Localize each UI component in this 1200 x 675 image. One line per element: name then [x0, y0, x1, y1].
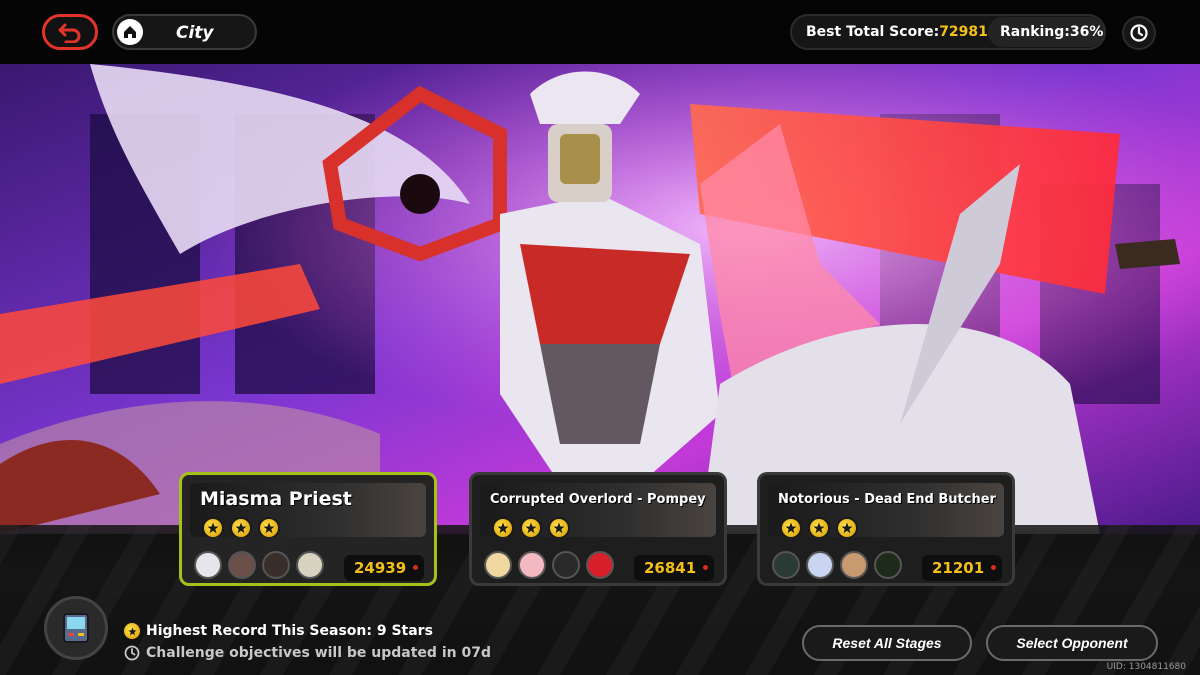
- avatar: [296, 551, 324, 579]
- avatar: [194, 551, 222, 579]
- score-summary: Best Total Score:72981 Ranking:36%: [790, 14, 1106, 50]
- star-coin-icon: [520, 517, 542, 537]
- stage-banner: Notorious - Dead End Butcher: [768, 483, 1004, 537]
- boss-artwork: [0, 64, 1200, 534]
- uid-label: UID: 1304811680: [1106, 662, 1186, 672]
- stage-name: Notorious - Dead End Butcher: [778, 492, 996, 507]
- timer-icon: [1130, 24, 1148, 42]
- team-avatars: [772, 551, 902, 579]
- clock-icon: [124, 645, 140, 661]
- stage-score: 21201: [922, 555, 1002, 581]
- back-icon: [58, 23, 81, 43]
- best-total-score: Best Total Score:72981: [806, 24, 988, 40]
- device-icon[interactable]: [44, 596, 108, 660]
- avatar: [484, 551, 512, 579]
- avatar: [228, 551, 256, 579]
- stage-stars: [492, 517, 570, 537]
- select-opponent-button[interactable]: Select Opponent: [986, 625, 1158, 661]
- stage-card-corrupted-overlord[interactable]: Corrupted Overlord - Pompey 26841: [469, 472, 727, 586]
- season-record-text: Highest Record This Season: 9 Stars: [146, 623, 433, 639]
- avatar: [586, 551, 614, 579]
- star-coin-icon: [492, 517, 514, 537]
- stage-banner: Corrupted Overlord - Pompey: [480, 483, 716, 537]
- location-pill[interactable]: City: [112, 14, 257, 50]
- season-record: Highest Record This Season: 9 Stars: [124, 623, 433, 639]
- star-coin-icon: [836, 517, 858, 537]
- reset-all-stages-button[interactable]: Reset All Stages: [802, 625, 972, 661]
- objective-update-note: Challenge objectives will be updated in …: [124, 645, 491, 661]
- stage-stars: [780, 517, 858, 537]
- ranking-label: Ranking:36%: [1000, 24, 1104, 40]
- timer-button[interactable]: [1122, 16, 1156, 50]
- ranking-badge: Ranking:36%: [988, 17, 1104, 47]
- avatar: [772, 551, 800, 579]
- avatar: [806, 551, 834, 579]
- star-coin-icon: [780, 517, 802, 537]
- team-avatars: [484, 551, 614, 579]
- stage-score-value: 24939: [354, 559, 407, 577]
- back-button[interactable]: [42, 14, 98, 50]
- star-coin-icon: [808, 517, 830, 537]
- location-label: City: [176, 23, 214, 43]
- stage-banner: Miasma Priest: [190, 483, 426, 537]
- stage-name: Miasma Priest: [200, 488, 352, 510]
- stage-name: Corrupted Overlord - Pompey: [490, 492, 706, 507]
- objective-update-text: Challenge objectives will be updated in …: [146, 645, 491, 661]
- stage-stars: [202, 517, 280, 537]
- avatar: [552, 551, 580, 579]
- star-coin-icon: [258, 517, 280, 537]
- avatar: [518, 551, 546, 579]
- stage-score: 26841: [634, 555, 714, 581]
- stage-score-value: 26841: [644, 559, 697, 577]
- star-coin-icon: [124, 623, 140, 639]
- avatar: [874, 551, 902, 579]
- avatar: [840, 551, 868, 579]
- team-avatars: [194, 551, 324, 579]
- star-coin-icon: [548, 517, 570, 537]
- stage-card-dead-end-butcher[interactable]: Notorious - Dead End Butcher 21201: [757, 472, 1015, 586]
- stage-score: 24939: [344, 555, 424, 581]
- home-icon: [117, 19, 143, 45]
- avatar: [262, 551, 290, 579]
- stage-score-value: 21201: [932, 559, 985, 577]
- star-coin-icon: [230, 517, 252, 537]
- star-coin-icon: [202, 517, 224, 537]
- top-bar: City Best Total Score:72981 Ranking:36%: [0, 0, 1200, 64]
- stage-card-miasma-priest[interactable]: Miasma Priest 24939: [179, 472, 437, 586]
